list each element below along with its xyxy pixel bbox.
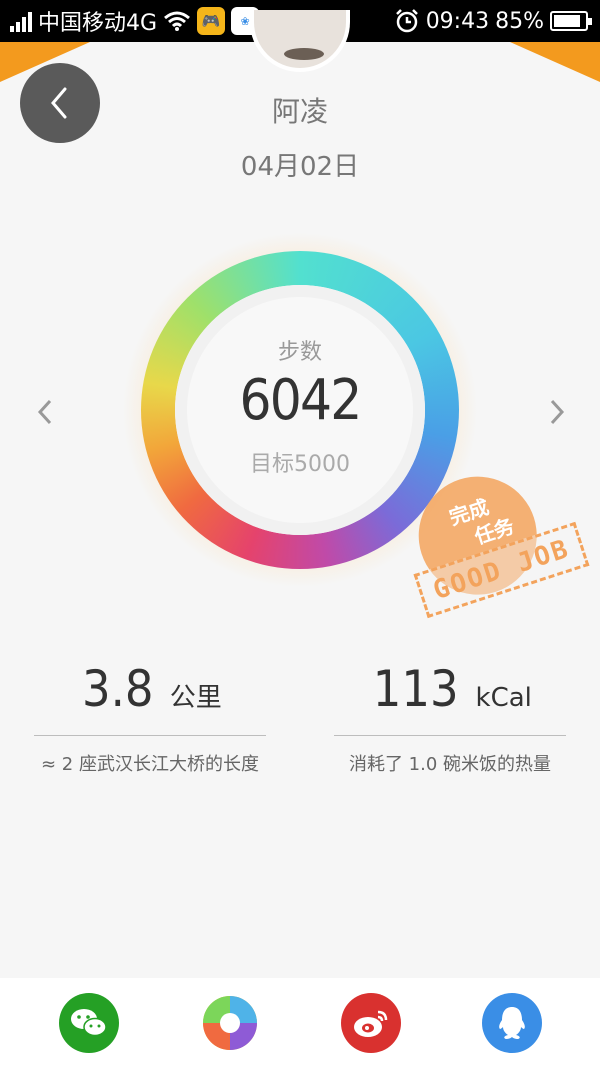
- user-name: 阿凌: [271, 95, 328, 128]
- calories-stat: 113 kCal 消耗了 1.0 碗米饭的热量: [334, 660, 566, 777]
- game-app-icon: 🎮: [197, 7, 226, 35]
- distance-value-row: 3.8 公里: [34, 660, 266, 736]
- wechat-icon: [70, 1008, 107, 1036]
- share-qq-button[interactable]: [481, 992, 542, 1053]
- distance-description: ≈ 2 座武汉长江大桥的长度: [41, 754, 259, 775]
- weibo-icon: [353, 1010, 387, 1037]
- share-bar: [0, 978, 600, 1067]
- distance-stat: 3.8 公里 ≈ 2 座武汉长江大桥的长度: [34, 660, 266, 777]
- battery-percent: 85%: [495, 8, 544, 34]
- corner-decoration-right: [510, 42, 600, 82]
- distance-value: 3.8: [82, 660, 154, 718]
- share-wechat-button[interactable]: [58, 992, 119, 1053]
- calories-unit: kCal: [475, 683, 532, 713]
- signal-bars-icon: [10, 10, 32, 32]
- calories-description: 消耗了 1.0 碗米饭的热量: [348, 754, 552, 775]
- wifi-icon: [164, 11, 191, 31]
- clock-time: 09:43: [425, 8, 490, 34]
- distance-unit: 公里: [169, 683, 222, 713]
- qq-icon: [498, 1006, 525, 1039]
- steps-label: 步数: [277, 340, 322, 365]
- battery-icon: [550, 11, 592, 31]
- calories-value-row: 113 kCal: [334, 660, 566, 736]
- photos-icon: [202, 995, 257, 1050]
- battery-fill: [554, 15, 580, 27]
- alarm-clock-icon: [395, 9, 418, 33]
- avatar[interactable]: [250, 10, 350, 72]
- share-photos-button[interactable]: [199, 992, 260, 1053]
- status-right: 09:43 85%: [394, 8, 592, 34]
- share-weibo-button[interactable]: [340, 992, 401, 1053]
- steps-count: 6042: [239, 368, 362, 433]
- date-label: 04月02日: [240, 152, 360, 182]
- calories-value: 113: [372, 660, 459, 718]
- carrier-label: 中国移动4G: [38, 11, 158, 36]
